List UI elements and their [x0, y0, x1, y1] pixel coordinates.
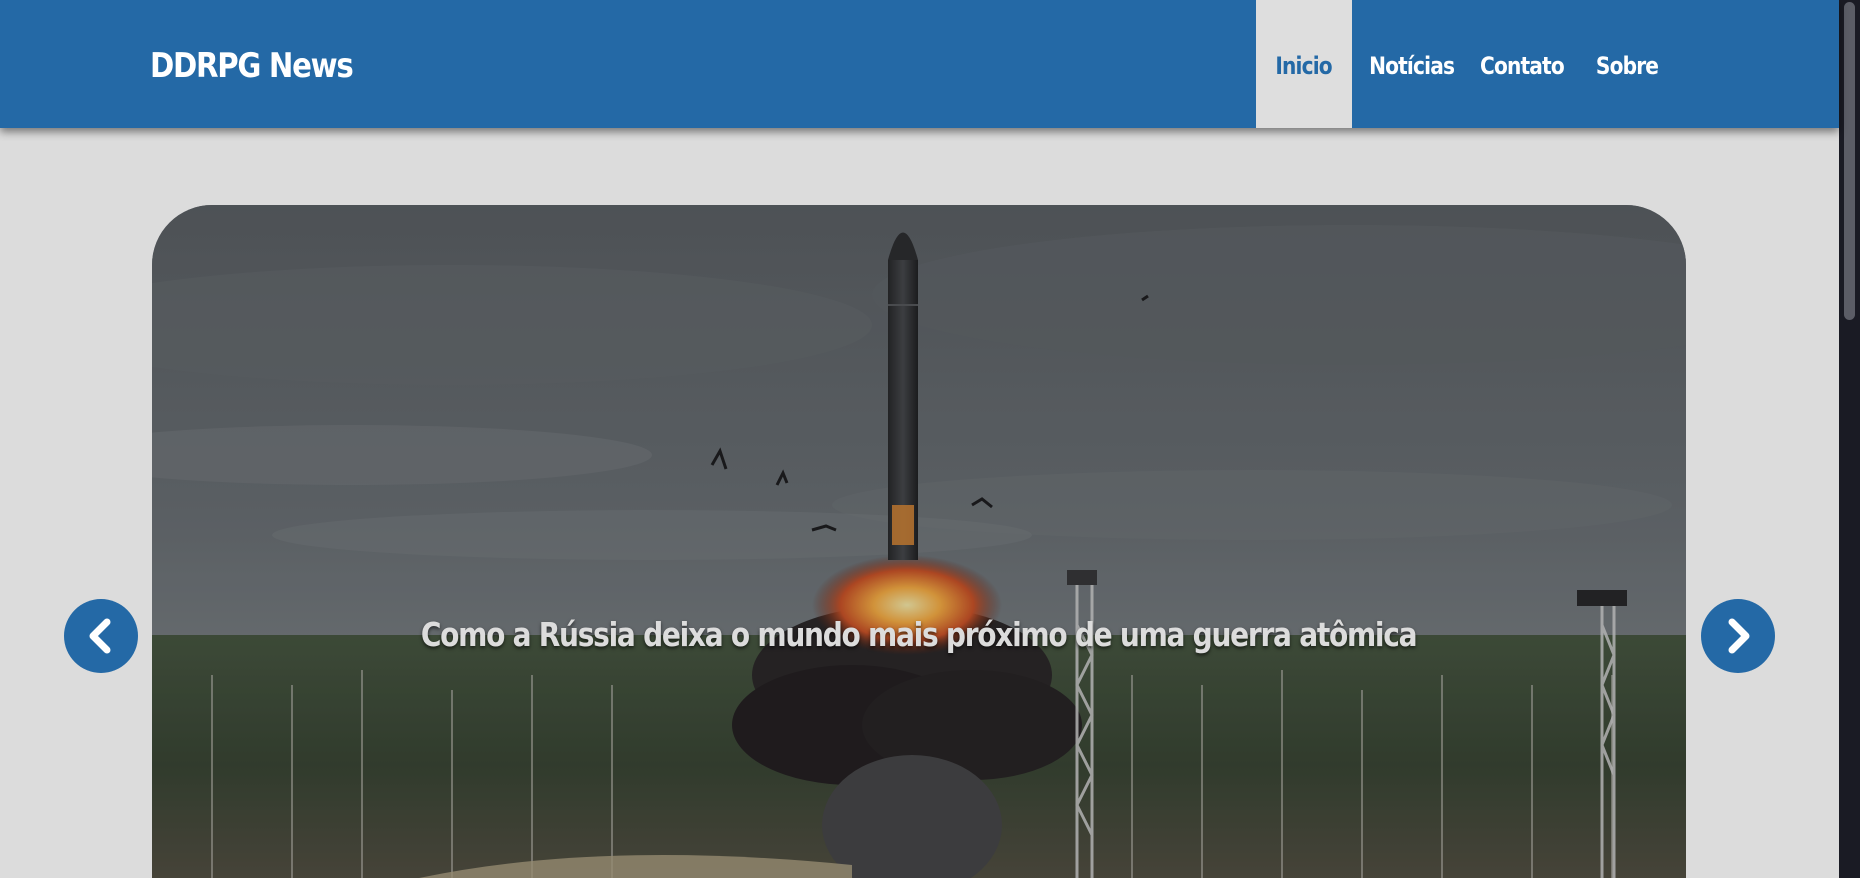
carousel-next-button[interactable]: [1701, 599, 1775, 673]
slide-caption[interactable]: Como a Rússia deixa o mundo mais próximo…: [152, 615, 1686, 654]
site-logo-text[interactable]: DDRPG News: [150, 0, 354, 128]
vertical-scrollbar[interactable]: [1839, 0, 1860, 878]
slide-caption-text: Como a Rússia deixa o mundo mais próximo…: [421, 615, 1418, 654]
nav-item-noticias[interactable]: Notícias: [1352, 0, 1472, 128]
nav-item-label: Notícias: [1369, 52, 1455, 80]
site-header: DDRPG News Inicio Notícias Contato Sobre: [0, 0, 1839, 128]
nav-item-sobre[interactable]: Sobre: [1568, 0, 1686, 128]
slide-dark-overlay: [152, 205, 1686, 878]
page: DDRPG News Inicio Notícias Contato Sobre: [0, 0, 1860, 878]
nav-item-contato[interactable]: Contato: [1472, 0, 1568, 128]
carousel-prev-button[interactable]: [64, 599, 138, 673]
scrollbar-thumb[interactable]: [1844, 2, 1855, 320]
chevron-left-icon: [89, 618, 111, 654]
nav-item-label: Inicio: [1275, 52, 1333, 80]
news-carousel: Como a Rússia deixa o mundo mais próximo…: [152, 205, 1686, 878]
main-nav: Inicio Notícias Contato Sobre: [1256, 0, 1686, 128]
nav-item-label: Sobre: [1595, 52, 1659, 80]
nav-item-label: Contato: [1479, 52, 1565, 80]
nav-item-inicio[interactable]: Inicio: [1256, 0, 1352, 128]
chevron-right-icon: [1728, 618, 1750, 654]
